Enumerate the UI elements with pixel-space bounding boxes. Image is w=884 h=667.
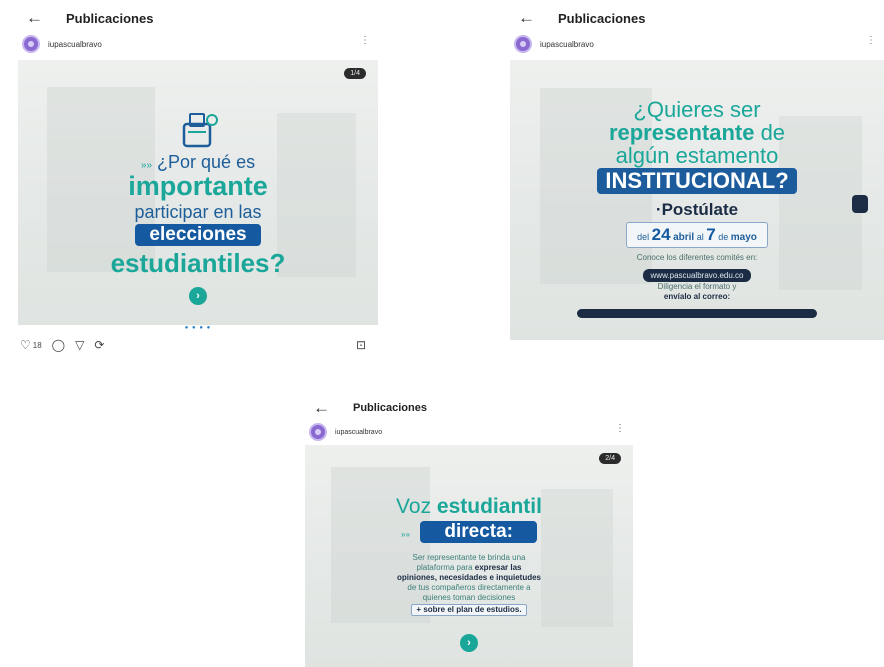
page-title: Publicaciones bbox=[66, 10, 154, 26]
post-highlight: INSTITUCIONAL? bbox=[597, 168, 797, 194]
screenshot-1: ← Publicaciones iupascualbravo ⋮ 1/4 »» … bbox=[18, 5, 378, 360]
post-image[interactable]: 2/4 Voz estudiantil »» directa: Ser repr… bbox=[305, 445, 633, 667]
screenshot-3: ← Publicaciones iupascualbravo ⋮ 2/4 Voz… bbox=[305, 395, 633, 667]
post-line: ¿Quieres ser bbox=[633, 97, 761, 122]
post-highlight: elecciones bbox=[135, 224, 261, 246]
slide-counter: 2/4 bbox=[599, 453, 621, 464]
website-link[interactable]: www.pascualbravo.edu.co bbox=[642, 269, 752, 282]
heart-icon[interactable]: ♡ bbox=[20, 338, 31, 352]
email-bar[interactable] bbox=[510, 305, 884, 323]
carousel-dots: ● ● ● ● bbox=[184, 325, 212, 331]
username[interactable]: iupascualbravo bbox=[48, 40, 102, 49]
date-day: 7 bbox=[706, 225, 716, 244]
date-text: al bbox=[696, 232, 704, 242]
bookmark-icon[interactable]: ⊡ bbox=[356, 338, 366, 352]
post-line: participar en las bbox=[134, 202, 262, 222]
post-author[interactable]: iupascualbravo bbox=[22, 33, 102, 55]
avatar[interactable] bbox=[514, 35, 532, 53]
slide-counter: 1/4 bbox=[344, 68, 366, 79]
post-highlight: directa: bbox=[420, 521, 537, 543]
post-line: Voz bbox=[396, 495, 437, 518]
postulate-label: ·Postúlate bbox=[655, 200, 739, 219]
post-line: algún estamento bbox=[615, 143, 779, 168]
post-headline: estudiantiles? bbox=[110, 248, 286, 278]
next-arrow-icon[interactable]: › bbox=[189, 287, 207, 305]
body-line: Ser representante te brinda una bbox=[412, 553, 526, 562]
post-author[interactable]: iupascualbravo bbox=[514, 33, 594, 55]
date-text: de bbox=[718, 232, 729, 242]
header: ← Publicaciones bbox=[18, 5, 153, 31]
ballot-box-icon bbox=[18, 110, 378, 155]
post-actions: ♡ 18 ◯ ▽ ⟳ bbox=[20, 338, 114, 352]
page-title: Publicaciones bbox=[558, 10, 646, 26]
post-author[interactable]: iupascualbravo bbox=[309, 421, 382, 443]
date-month: abril bbox=[673, 232, 695, 243]
body-emphasis: opiniones, necesidades e inquietudes bbox=[396, 573, 542, 582]
avatar[interactable] bbox=[22, 35, 40, 53]
date-month: mayo bbox=[730, 232, 757, 243]
page-title: Publicaciones bbox=[353, 402, 427, 414]
avatar[interactable] bbox=[309, 423, 327, 441]
body-emphasis: + sobre el plan de estudios. bbox=[411, 604, 527, 616]
body-line: de tus compañeros directamente a bbox=[407, 583, 531, 592]
more-options-icon[interactable]: ⋮ bbox=[866, 35, 876, 46]
post-headline: representante bbox=[608, 120, 755, 145]
back-arrow-icon[interactable]: ← bbox=[18, 8, 66, 28]
body-emphasis: expresar las bbox=[474, 563, 522, 572]
username[interactable]: iupascualbravo bbox=[335, 429, 382, 436]
comment-icon[interactable]: ◯ bbox=[52, 338, 65, 352]
body-line: plataforma para bbox=[416, 563, 475, 572]
date-text: del bbox=[637, 232, 650, 242]
date-day: 24 bbox=[651, 225, 671, 244]
body-line: quienes toman decisiones bbox=[422, 593, 516, 602]
dates-box: del 24 abril al 7 de mayo bbox=[510, 222, 884, 248]
next-arrow-icon[interactable]: › bbox=[460, 634, 478, 652]
username[interactable]: iupascualbravo bbox=[540, 40, 594, 49]
marker: »» bbox=[401, 530, 410, 539]
info-text: Diligencia el formato y bbox=[657, 282, 737, 291]
repost-icon[interactable]: ⟳ bbox=[94, 338, 104, 352]
info-text: Conoce los diferentes comités en: bbox=[636, 253, 758, 262]
post-image[interactable]: 1/4 »» ¿Por qué es importante participar… bbox=[18, 60, 378, 325]
back-arrow-icon[interactable]: ← bbox=[305, 398, 353, 418]
more-options-icon[interactable]: ⋮ bbox=[360, 35, 370, 46]
post-headline: estudiantil bbox=[436, 495, 542, 518]
like-count: 18 bbox=[32, 340, 42, 350]
marker: »» bbox=[140, 160, 153, 171]
post-line: ¿Por qué es bbox=[157, 152, 256, 172]
badge-icon bbox=[852, 195, 868, 213]
share-icon[interactable]: ▽ bbox=[75, 338, 84, 352]
post-line: de bbox=[754, 120, 786, 145]
header: ← Publicaciones bbox=[510, 5, 645, 31]
post-headline: importante bbox=[128, 171, 268, 201]
header: ← Publicaciones bbox=[305, 395, 427, 421]
post-image[interactable]: ¿Quieres ser representante de algún esta… bbox=[510, 60, 884, 340]
info-text: envíalo al correo: bbox=[663, 292, 731, 301]
screenshot-2: ← Publicaciones iupascualbravo ⋮ ¿Quiere… bbox=[510, 5, 884, 340]
back-arrow-icon[interactable]: ← bbox=[510, 8, 558, 28]
more-options-icon[interactable]: ⋮ bbox=[615, 423, 625, 434]
